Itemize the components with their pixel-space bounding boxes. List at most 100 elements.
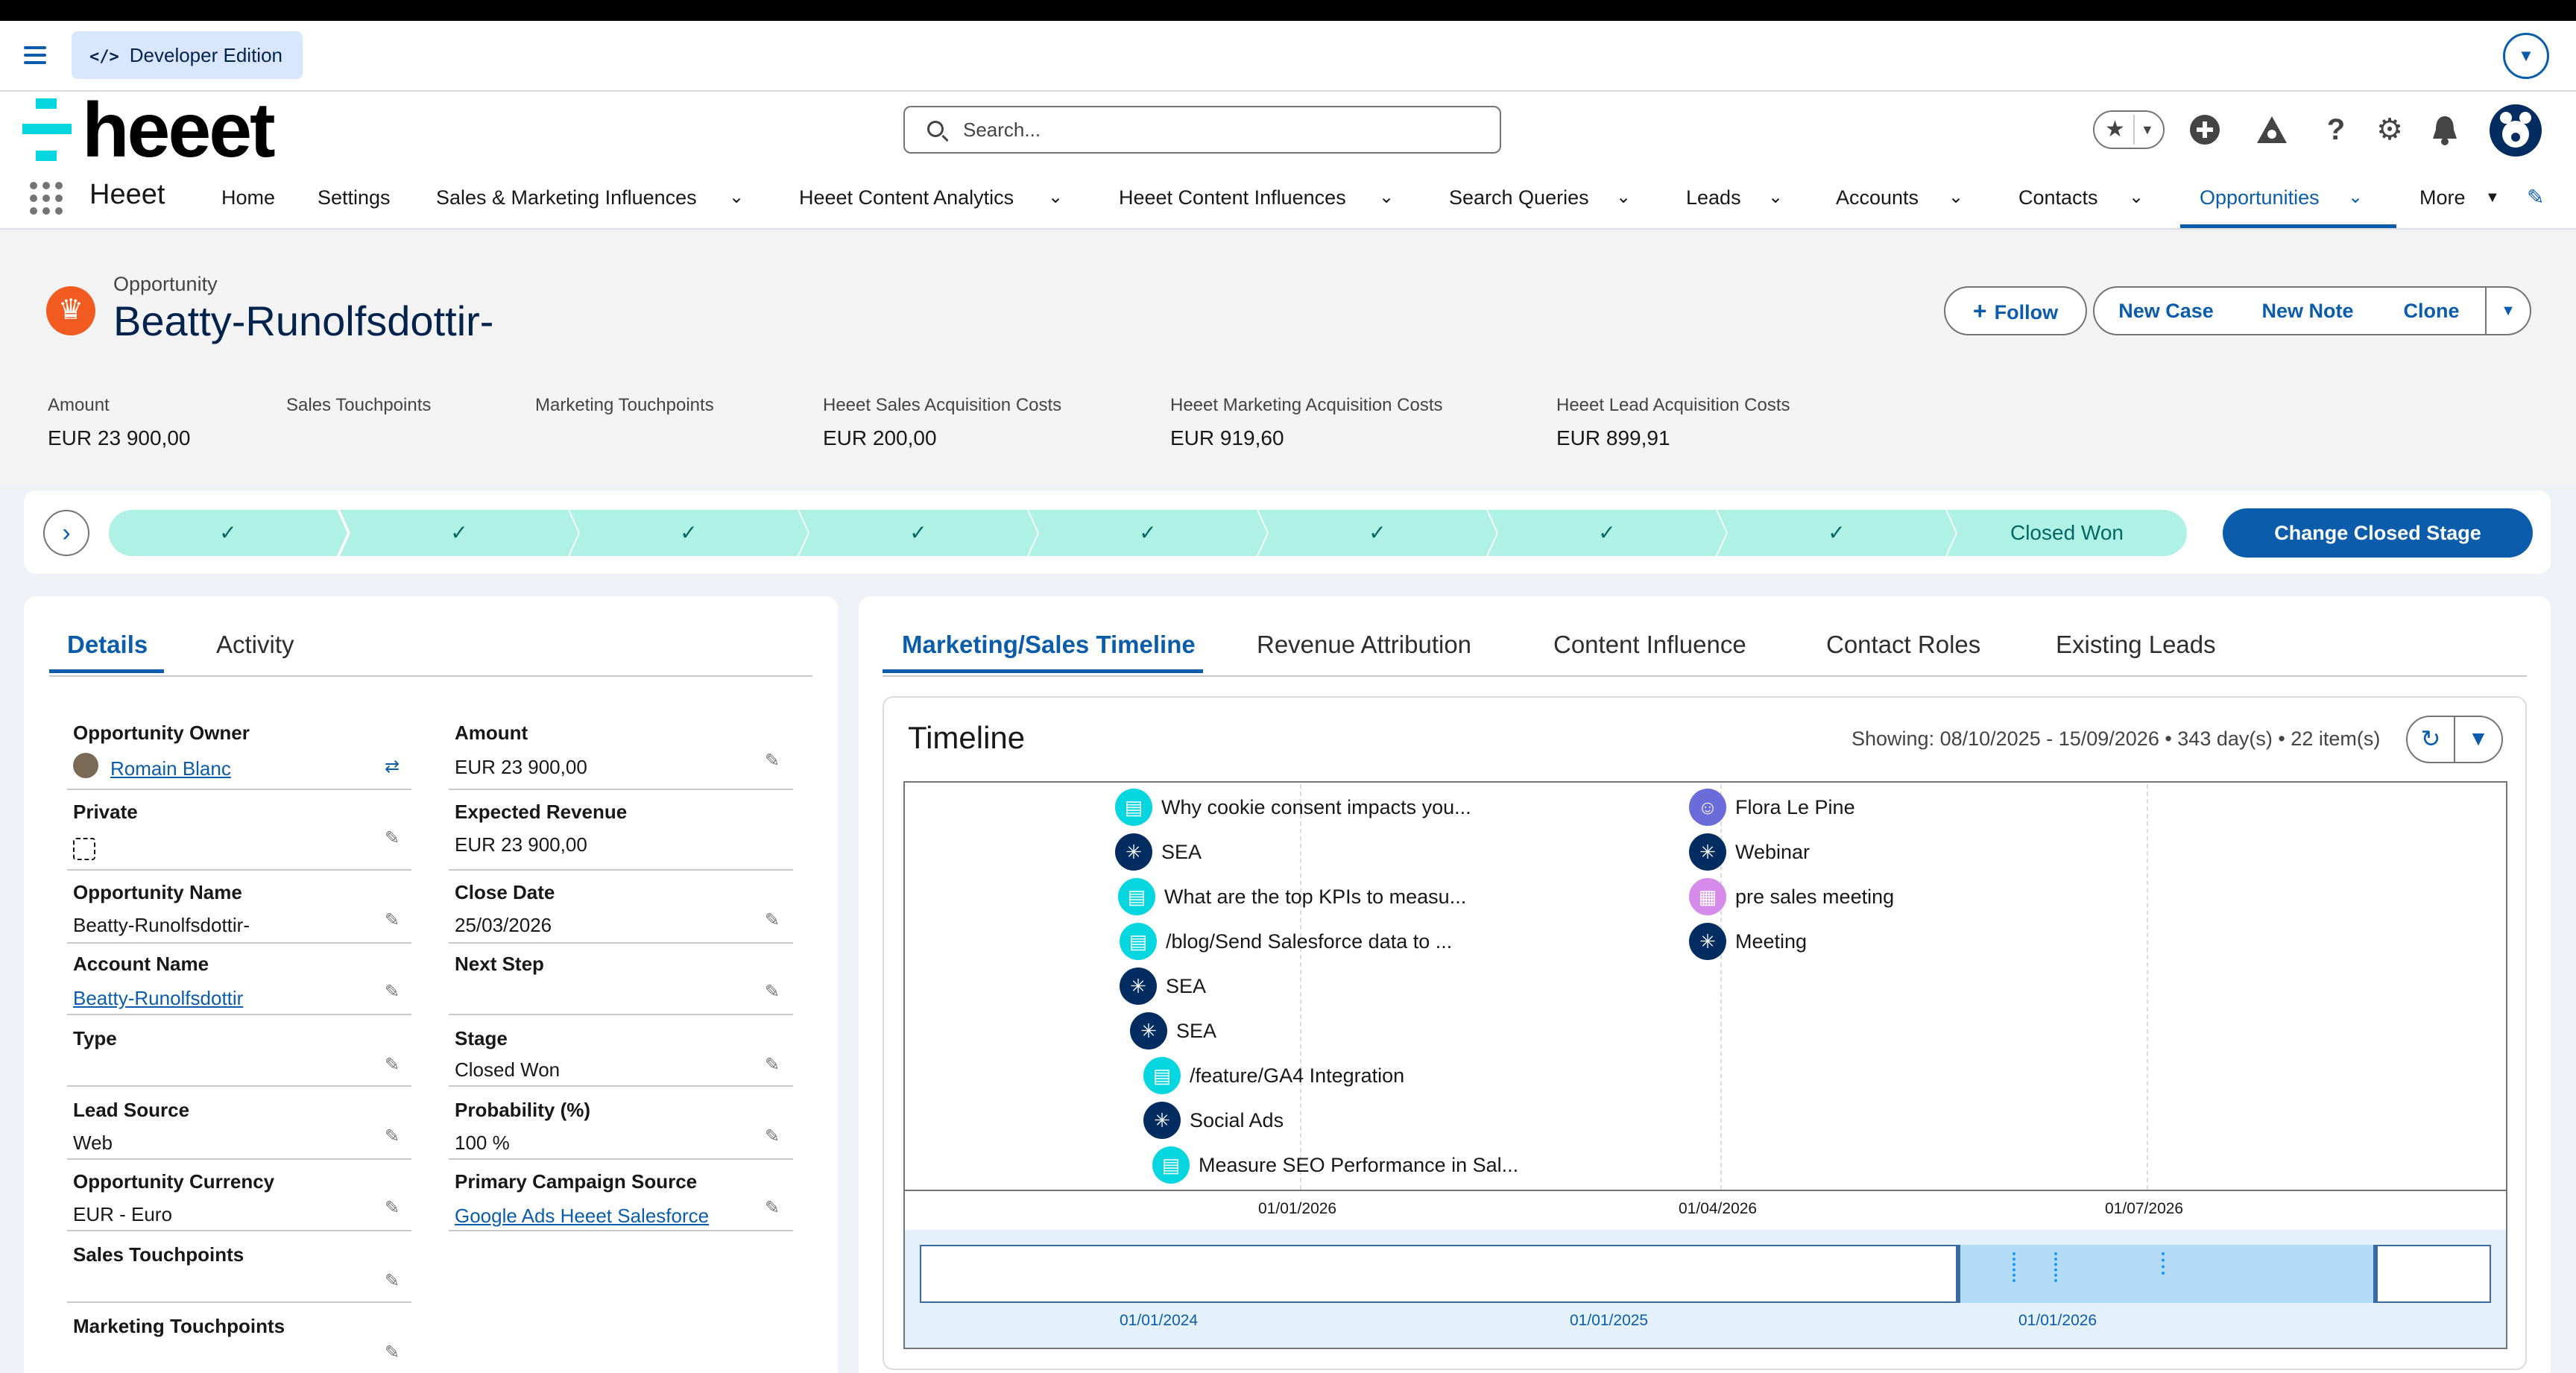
content-icon[interactable]: ▤ [1143, 1057, 1181, 1094]
path-step-complete[interactable]: ✓ [799, 510, 1038, 556]
content-icon[interactable]: ▤ [1152, 1146, 1190, 1184]
favorites-button[interactable]: ★ ▼ [2093, 110, 2165, 149]
timeline-item[interactable]: /feature/GA4 Integration [1190, 1064, 1404, 1088]
edit-pencil-icon[interactable]: ✎ [385, 827, 400, 849]
channel-icon[interactable]: ✳ [1689, 833, 1726, 871]
tab-existing-leads[interactable]: Existing Leads [2056, 631, 2216, 659]
tab-activity[interactable]: Activity [216, 631, 294, 659]
global-search-input[interactable]: Search... [903, 106, 1501, 154]
account-name-link[interactable]: Beatty-Runolfsdottir [73, 987, 243, 1010]
edit-pencil-icon[interactable]: ✎ [385, 909, 400, 931]
private-checkbox[interactable] [73, 838, 95, 860]
timeline-item[interactable]: Measure SEO Performance in Sal... [1199, 1154, 1518, 1177]
channel-icon[interactable]: ✳ [1120, 968, 1157, 1005]
avatar[interactable] [2490, 104, 2542, 157]
edit-pencil-icon[interactable]: ✎ [385, 1270, 400, 1292]
timeline-item[interactable]: Why cookie consent impacts you... [1161, 796, 1471, 819]
tab-contact-roles[interactable]: Contact Roles [1826, 631, 1980, 659]
edit-pencil-icon[interactable]: ✎ [385, 1342, 400, 1363]
follow-button[interactable]: + Follow [1944, 286, 2087, 335]
caret-down-icon[interactable]: ▼ [2485, 171, 2500, 228]
chevron-right-icon[interactable]: › [43, 510, 89, 556]
timeline-item[interactable]: SEA [1166, 975, 1206, 998]
nav-heeet-content-analytics[interactable]: Heeet Content Analytics [799, 171, 1014, 228]
bell-icon[interactable] [2422, 107, 2467, 152]
app-launcher-icon[interactable] [30, 182, 63, 215]
contact-icon[interactable]: ☺ [1689, 789, 1726, 826]
edit-pencil-icon[interactable]: ✎ [765, 1126, 780, 1147]
developer-edition-badge[interactable]: </> Developer Edition [72, 31, 303, 79]
trailhead-icon[interactable] [2250, 107, 2294, 152]
content-icon[interactable]: ▤ [1115, 789, 1152, 826]
path-step-complete[interactable]: ✓ [340, 510, 578, 556]
timeline-item[interactable]: SEA [1176, 1020, 1216, 1043]
edit-nav-icon[interactable]: ✎ [2527, 171, 2544, 228]
chevron-down-icon[interactable]: ⌄ [2348, 171, 2363, 228]
new-note-button[interactable]: New Note [2238, 286, 2379, 335]
path-step-complete[interactable]: ✓ [1029, 510, 1267, 556]
calendar-icon[interactable]: ▦ [1689, 878, 1726, 915]
chevron-down-icon[interactable]: ⌄ [1948, 171, 1963, 228]
edit-pencil-icon[interactable]: ✎ [385, 1197, 400, 1219]
edit-pencil-icon[interactable]: ✎ [765, 909, 780, 931]
change-owner-icon[interactable]: ⇄ [385, 756, 400, 777]
content-icon[interactable]: ▤ [1118, 878, 1155, 915]
new-case-button[interactable]: New Case [2093, 286, 2239, 335]
edit-pencil-icon[interactable]: ✎ [385, 981, 400, 1003]
chevron-down-icon[interactable]: ⌄ [729, 171, 744, 228]
timeline-item[interactable]: Social Ads [1190, 1109, 1284, 1132]
edit-pencil-icon[interactable]: ✎ [765, 750, 780, 771]
filter-icon[interactable]: ▼ [2454, 716, 2503, 763]
channel-icon[interactable]: ✳ [1130, 1012, 1167, 1050]
edit-pencil-icon[interactable]: ✎ [385, 1126, 400, 1147]
channel-icon[interactable]: ✳ [1115, 833, 1152, 871]
tab-details[interactable]: Details [67, 631, 148, 659]
edit-pencil-icon[interactable]: ✎ [385, 1054, 400, 1076]
tab-marketing-sales-timeline[interactable]: Marketing/Sales Timeline [902, 631, 1196, 659]
chevron-down-icon[interactable]: ⌄ [1768, 171, 1783, 228]
nav-heeet-content-influences[interactable]: Heeet Content Influences [1119, 171, 1346, 228]
primary-campaign-link[interactable]: Google Ads Heeet Salesforce [455, 1205, 709, 1228]
tab-revenue-attribution[interactable]: Revenue Attribution [1257, 631, 1471, 659]
timeline-item[interactable]: Meeting [1735, 930, 1807, 953]
edit-pencil-icon[interactable]: ✎ [765, 1054, 780, 1076]
nav-sales-marketing-influences[interactable]: Sales & Marketing Influences [436, 171, 697, 228]
timeline-item[interactable]: /blog/Send Salesforce data to ... [1166, 930, 1452, 953]
channel-icon[interactable]: ✳ [1689, 923, 1726, 960]
chevron-down-icon[interactable]: ⌄ [1048, 171, 1063, 228]
timeline-item[interactable]: What are the top KPIs to measu... [1164, 886, 1466, 909]
nav-search-queries[interactable]: Search Queries [1449, 171, 1589, 228]
nav-contacts[interactable]: Contacts [2018, 171, 2098, 228]
edit-pencil-icon[interactable]: ✎ [765, 981, 780, 1003]
path-step-complete[interactable]: ✓ [1488, 510, 1726, 556]
nav-leads[interactable]: Leads [1686, 171, 1741, 228]
channel-icon[interactable]: ✳ [1143, 1102, 1181, 1139]
chevron-down-icon[interactable]: ⌄ [1379, 171, 1394, 228]
path-step-complete[interactable]: ✓ [1717, 510, 1956, 556]
path-step-closed-won[interactable]: Closed Won [1947, 510, 2187, 556]
timeline-item[interactable]: SEA [1161, 841, 1202, 864]
chevron-down-icon[interactable]: ⌄ [2129, 171, 2144, 228]
clone-button[interactable]: Clone [2378, 286, 2487, 335]
nav-home[interactable]: Home [221, 171, 275, 228]
change-closed-stage-button[interactable]: Change Closed Stage [2223, 508, 2533, 558]
gear-icon[interactable]: ⚙ [2367, 107, 2412, 152]
opportunity-owner-link[interactable]: Romain Blanc [110, 757, 231, 780]
nav-accounts[interactable]: Accounts [1836, 171, 1919, 228]
content-icon[interactable]: ▤ [1120, 923, 1157, 960]
heeet-logo-text[interactable]: heeet [82, 89, 276, 171]
timeline-item[interactable]: pre sales meeting [1735, 886, 1894, 909]
timeline-item[interactable]: Flora Le Pine [1735, 796, 1855, 819]
refresh-icon[interactable]: ↻ [2406, 716, 2455, 763]
timeline-item[interactable]: Webinar [1735, 841, 1810, 864]
path-step-complete[interactable]: ✓ [109, 510, 347, 556]
chevron-down-icon[interactable]: ⌄ [1616, 171, 1631, 228]
help-icon[interactable]: ? [2314, 107, 2358, 152]
edit-pencil-icon[interactable]: ✎ [765, 1197, 780, 1219]
dev-dropdown-button[interactable]: ▼ [2503, 33, 2549, 79]
add-icon[interactable] [2182, 107, 2227, 152]
nav-more[interactable]: More [2419, 171, 2466, 228]
nav-opportunities[interactable]: Opportunities [2180, 171, 2396, 228]
path-step-complete[interactable]: ✓ [1258, 510, 1497, 556]
nav-settings[interactable]: Settings [318, 171, 391, 228]
